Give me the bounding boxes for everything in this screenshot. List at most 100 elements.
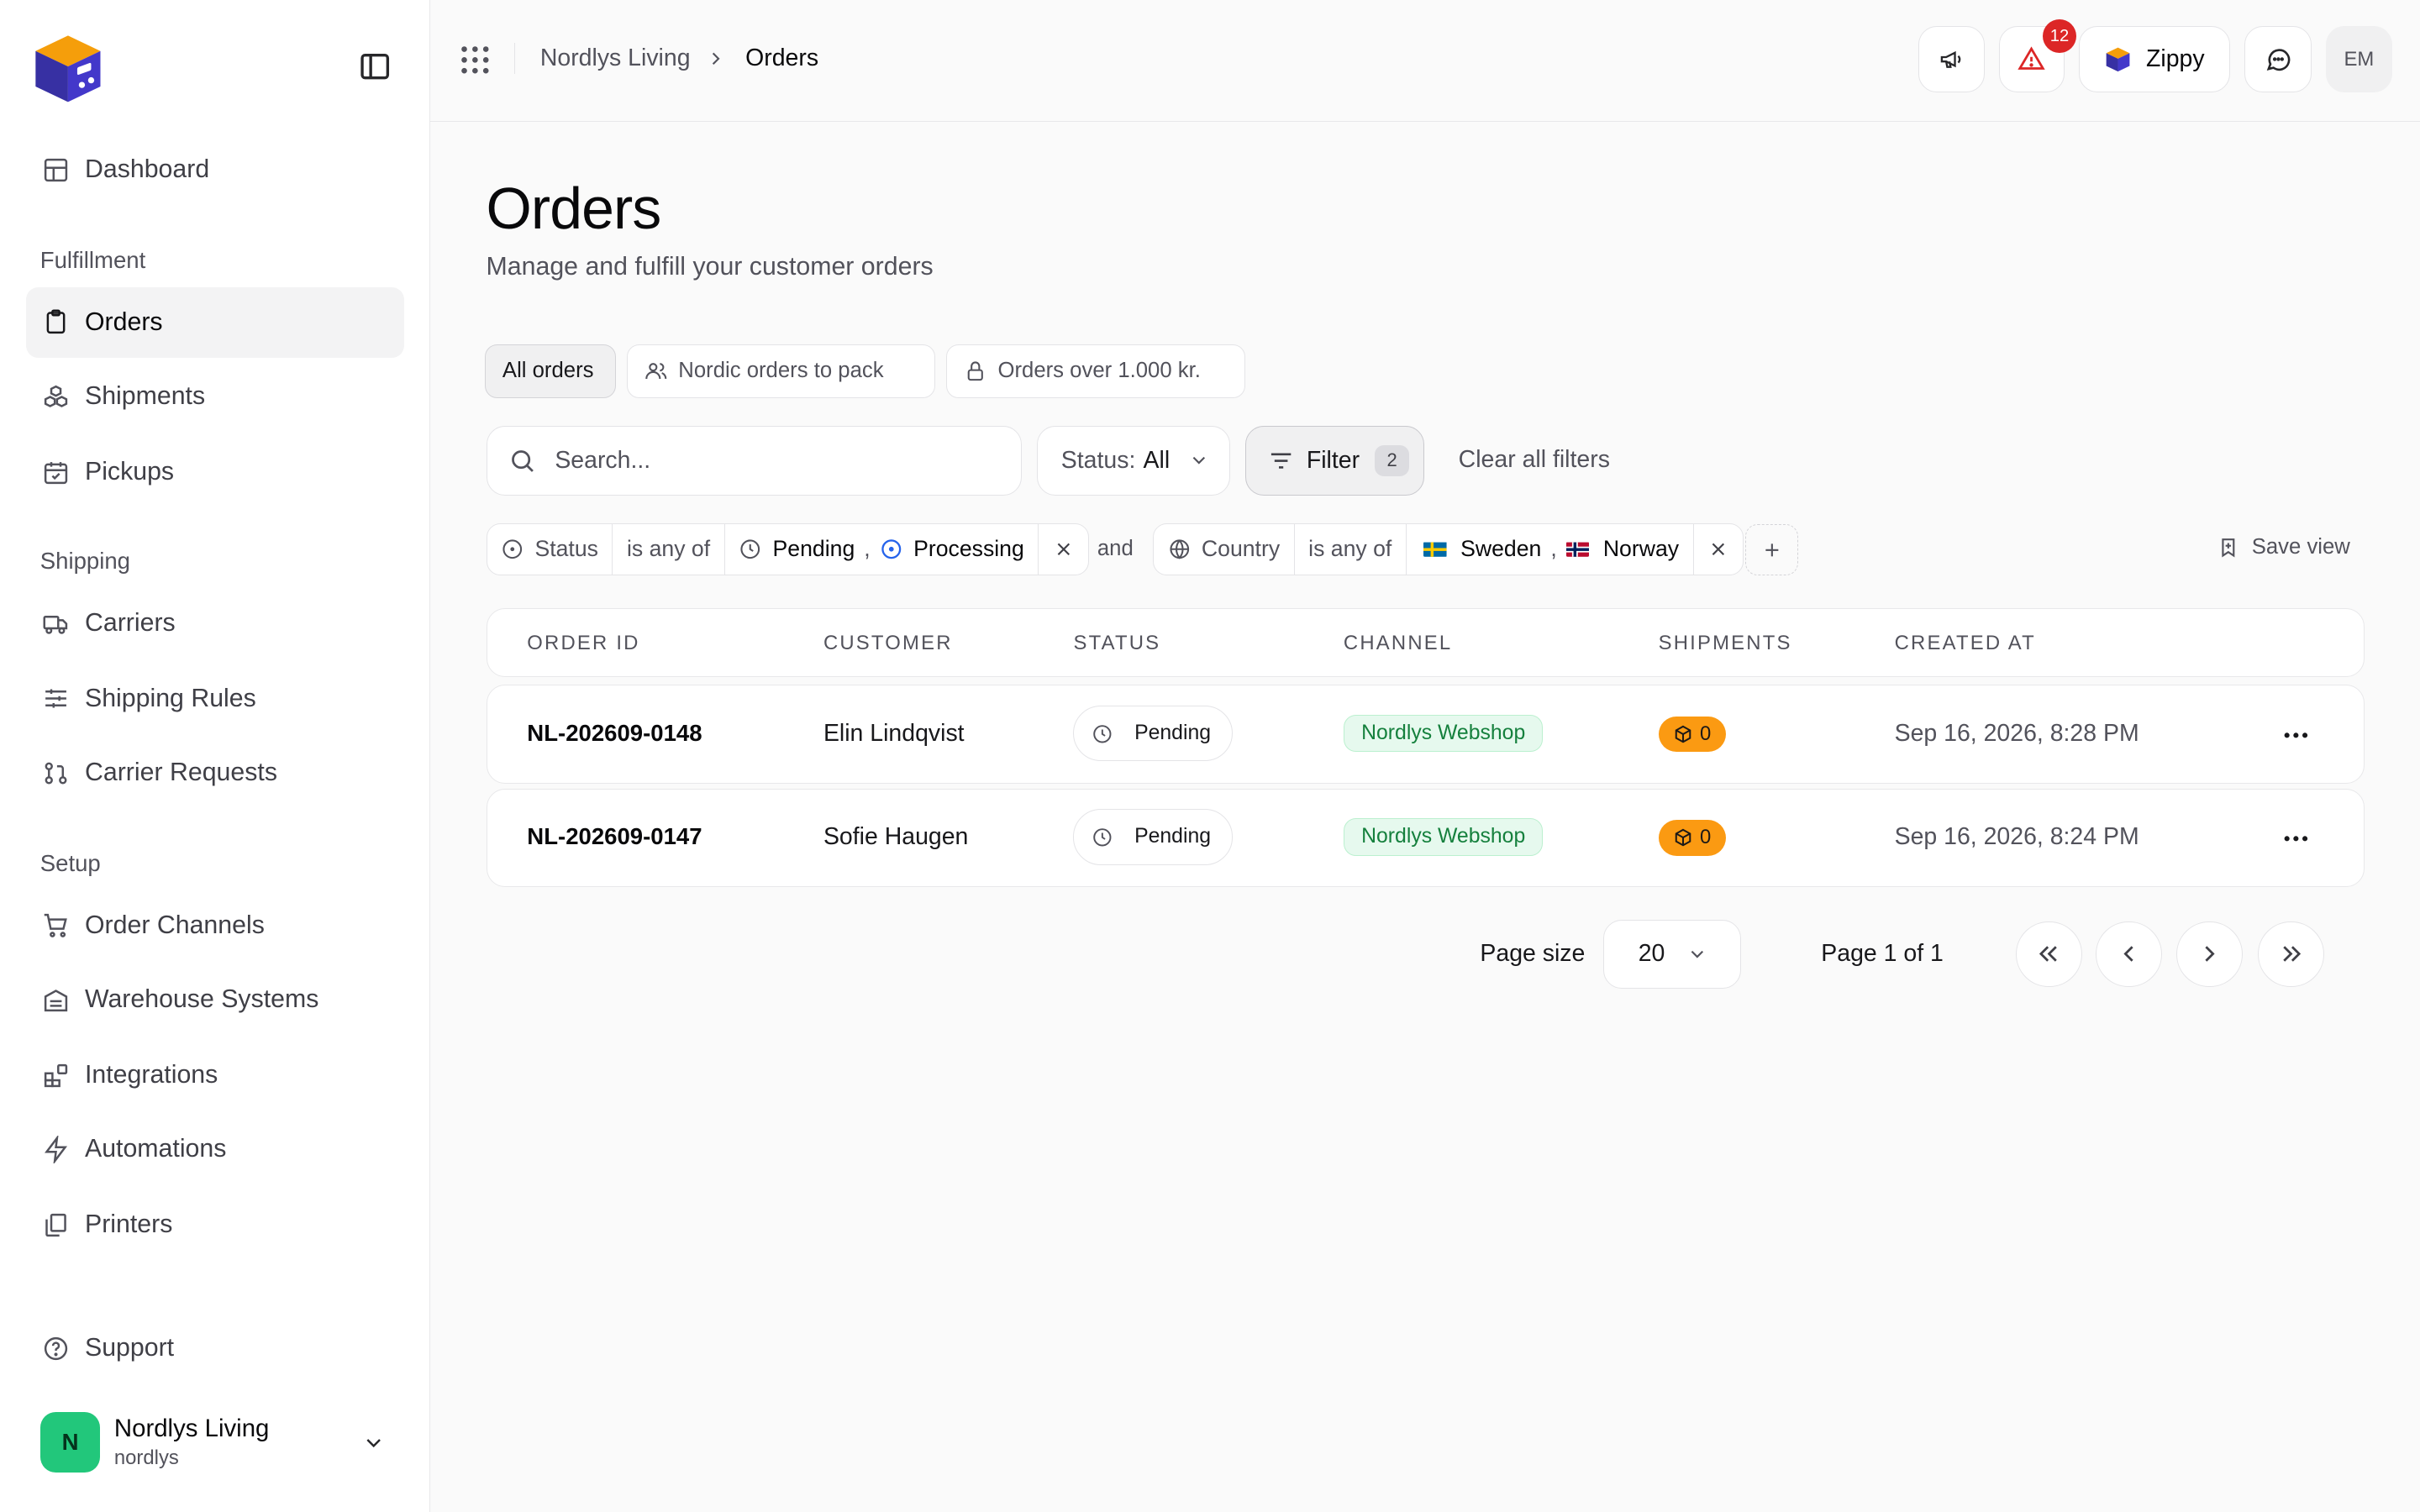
- sidebar-item-pickups[interactable]: Pickups: [26, 437, 404, 507]
- sidebar-item-warehouse-systems[interactable]: Warehouse Systems: [26, 964, 404, 1035]
- sidebar-item-label: Shipping Rules: [84, 685, 256, 712]
- topbar: Nordlys Living Orders 12 Zippy EM: [430, 0, 2420, 123]
- lock-icon: [967, 361, 983, 381]
- account-switcher[interactable]: N Nordlys Living nordlys: [39, 1410, 395, 1475]
- view-tab-nordic[interactable]: Nordic orders to pack: [626, 344, 936, 398]
- clear-all-filters-link[interactable]: Clear all filters: [1459, 446, 1610, 474]
- column-header-channel[interactable]: CHANNEL: [1344, 632, 1452, 655]
- main-content: Nordlys Living Orders 12 Zippy EM Orders…: [430, 0, 2420, 1512]
- more-horizontal-icon[interactable]: [2281, 720, 2312, 751]
- order-id[interactable]: NL-202609-0147: [527, 823, 702, 850]
- user-avatar[interactable]: EM: [2325, 26, 2392, 93]
- chevron-down-icon: [1192, 457, 1206, 465]
- sidebar-item-label: Carrier Requests: [84, 759, 277, 787]
- column-header-status[interactable]: STATUS: [1073, 632, 1160, 655]
- filter-operator[interactable]: is any of: [1295, 523, 1407, 575]
- circle-dot-icon: [881, 539, 901, 559]
- last-page-button[interactable]: [2258, 921, 2325, 988]
- sidebar-item-label: Order Channels: [84, 911, 265, 939]
- app-logo[interactable]: [29, 29, 107, 107]
- next-page-button[interactable]: [2175, 921, 2243, 988]
- view-tab-over-1000[interactable]: Orders over 1.000 kr.: [945, 344, 1246, 398]
- page-size-select[interactable]: 20: [1603, 919, 1741, 990]
- account-handle: nordlys: [113, 1446, 179, 1470]
- sidebar-toggle-icon[interactable]: [358, 50, 392, 83]
- filter-field[interactable]: Status: [487, 523, 613, 575]
- filter-values[interactable]: Sweden , Norway: [1407, 523, 1694, 575]
- page-title: Orders: [486, 175, 662, 241]
- status-badge-label: Pending: [1134, 722, 1212, 745]
- chat-button[interactable]: [2244, 26, 2312, 93]
- column-header-shipments[interactable]: SHIPMENTS: [1659, 632, 1792, 655]
- page-info: Page 1 of 1: [1821, 939, 1944, 967]
- sidebar-item-label: Orders: [84, 307, 163, 336]
- table-row[interactable]: NL-202609-0148 Elin Lindqvist Pending No…: [486, 685, 2365, 785]
- zippy-button[interactable]: Zippy: [2079, 26, 2231, 93]
- filter-value: Norway: [1602, 536, 1680, 562]
- close-icon: [1712, 543, 1725, 556]
- previous-page-button[interactable]: [2096, 921, 2163, 988]
- column-header-created-at[interactable]: CREATED AT: [1895, 632, 2036, 655]
- sidebar-item-label: Automations: [84, 1135, 227, 1163]
- breadcrumb-workspace[interactable]: Nordlys Living: [540, 45, 691, 72]
- chevron-left-icon: [2123, 946, 2133, 963]
- package-icon: [1675, 829, 1691, 847]
- sidebar-item-order-channels[interactable]: Order Channels: [26, 890, 404, 961]
- more-horizontal-icon[interactable]: [2281, 823, 2312, 854]
- add-filter-button[interactable]: [1745, 524, 1798, 576]
- sidebar-item-dashboard[interactable]: Dashboard: [26, 134, 404, 205]
- save-view-button[interactable]: Save view: [2217, 535, 2350, 559]
- table-row[interactable]: NL-202609-0147 Sofie Haugen Pending Nord…: [486, 788, 2365, 888]
- sidebar-item-label: Support: [84, 1334, 175, 1362]
- column-header-customer[interactable]: CUSTOMER: [823, 632, 953, 655]
- zippy-logo-icon: [2107, 47, 2130, 72]
- filter-button-label: Filter: [1306, 446, 1360, 474]
- alerts-button[interactable]: 12: [1998, 19, 2077, 93]
- sidebar-item-carriers[interactable]: Carriers: [26, 588, 404, 659]
- sidebar-item-label: Shipments: [84, 382, 206, 411]
- sidebar-item-orders[interactable]: Orders: [26, 286, 405, 359]
- shipments-badge: 0: [1658, 717, 1727, 753]
- column-header-order-id[interactable]: ORDER ID: [527, 632, 639, 655]
- sidebar-item-shipments[interactable]: Shipments: [26, 361, 404, 432]
- boxes-icon: [44, 385, 67, 407]
- sweden-flag-icon: [1423, 542, 1447, 557]
- view-tab-all-orders[interactable]: All orders: [484, 344, 616, 398]
- section-fulfillment: Fulfillment: [39, 246, 146, 273]
- sidebar-item-label: Carriers: [84, 609, 176, 638]
- chevron-down-icon: [366, 1438, 381, 1447]
- sidebar-item-integrations[interactable]: Integrations: [26, 1040, 404, 1110]
- search-input[interactable]: [555, 446, 987, 475]
- users-icon: [645, 363, 667, 380]
- shopping-cart-icon: [44, 914, 67, 938]
- filter-operator-label: is any of: [1308, 536, 1392, 562]
- filter-field[interactable]: Country: [1154, 523, 1295, 575]
- filter-values[interactable]: Pending , Processing: [725, 523, 1039, 575]
- page-size-value: 20: [1638, 940, 1665, 968]
- remove-filter-button[interactable]: [1694, 524, 1744, 575]
- layout-dashboard-icon: [44, 158, 67, 181]
- filter-field-label: Status: [534, 536, 598, 562]
- close-icon: [1057, 543, 1070, 556]
- remove-filter-button[interactable]: [1039, 524, 1088, 575]
- first-page-button[interactable]: [2015, 921, 2082, 988]
- order-id[interactable]: NL-202609-0148: [527, 720, 702, 747]
- filter-field-label: Country: [1201, 536, 1281, 562]
- filter-chip-country: Country is any of Sweden , Norway: [1153, 522, 1744, 576]
- filter-operator-label: is any of: [626, 536, 711, 562]
- sidebar-item-support[interactable]: Support: [26, 1313, 404, 1383]
- sidebar-item-shipping-rules[interactable]: Shipping Rules: [26, 664, 404, 734]
- filter-operator[interactable]: is any of: [613, 523, 725, 575]
- filter-button[interactable]: Filter 2: [1245, 425, 1425, 496]
- status-dropdown[interactable]: Status: All: [1037, 425, 1230, 496]
- clock-icon: [740, 539, 760, 559]
- apps-grid-icon[interactable]: [460, 45, 491, 76]
- filter-value: Processing: [913, 536, 1024, 562]
- announcements-button[interactable]: [1918, 26, 1985, 93]
- warehouse-icon: [44, 989, 67, 1011]
- sidebar-item-automations[interactable]: Automations: [26, 1114, 404, 1184]
- page-subtitle: Manage and fulfill your customer orders: [486, 253, 934, 281]
- sidebar-item-carrier-requests[interactable]: Carrier Requests: [26, 738, 404, 808]
- filter-lines-icon: [1270, 453, 1292, 469]
- sidebar-item-printers[interactable]: Printers: [26, 1189, 404, 1260]
